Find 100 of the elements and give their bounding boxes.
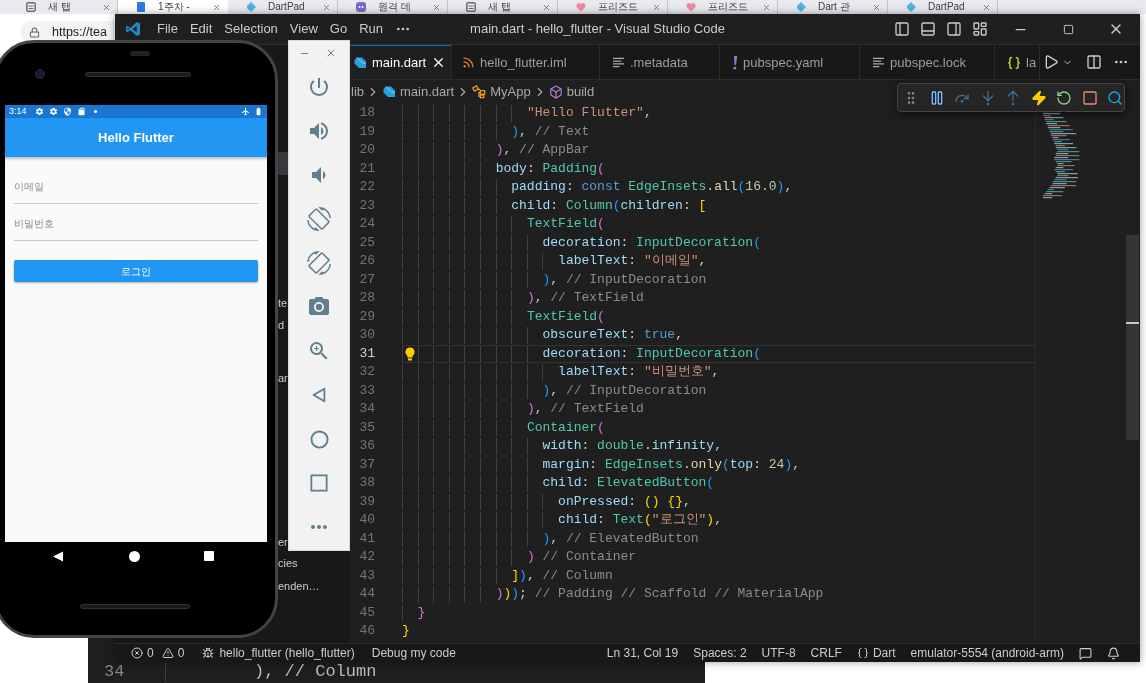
code-line: ]), // Column — [511, 566, 613, 585]
line-number: 29 — [359, 307, 375, 326]
line-number: 37 — [359, 455, 375, 474]
rotate-left-icon[interactable] — [307, 207, 331, 231]
line-number: 34 — [359, 400, 375, 418]
line-number: 24 — [359, 215, 375, 233]
explorer-item[interactable]: enden… — [278, 578, 320, 594]
browser-tab[interactable]: 1주차 - — [118, 0, 228, 14]
line-number: 27 — [359, 270, 375, 289]
class-symbol-icon — [472, 84, 487, 99]
bell-icon[interactable] — [1107, 646, 1120, 660]
breadcrumb-item[interactable]: MyApp — [472, 81, 531, 102]
line-number: 45 — [359, 603, 375, 622]
text-field[interactable]: 비밀번호 — [14, 204, 258, 241]
error-count[interactable]: 0 — [147, 644, 154, 662]
code-line: ))); // Padding // Scaffold // MaterialApp — [495, 585, 824, 603]
line-number: 18 — [359, 104, 375, 122]
line-ending[interactable]: CRLF — [810, 644, 842, 662]
back-icon[interactable] — [53, 550, 63, 562]
panel-right-icon[interactable] — [946, 21, 962, 37]
explorer-item[interactable]: te — [278, 295, 288, 311]
text-field[interactable]: 이메일 — [14, 167, 258, 204]
explorer-item[interactable]: er — [278, 534, 288, 550]
line-number: 36 — [359, 437, 375, 455]
launch-config[interactable]: hello_flutter (hello_flutter) — [219, 644, 355, 662]
encoding[interactable]: UTF-8 — [761, 644, 796, 662]
debug-mode[interactable]: Debug my code — [371, 644, 456, 662]
code-line: TextField( — [526, 307, 605, 326]
camera-lens-icon — [35, 69, 45, 79]
layout-icon[interactable] — [972, 21, 988, 37]
code-line: ), // AppBar — [495, 141, 590, 159]
lightbulb-icon[interactable] — [405, 346, 415, 361]
rotate-right-icon[interactable] — [307, 251, 331, 275]
panel-bottom-icon[interactable] — [920, 21, 936, 37]
line-number: 25 — [359, 233, 375, 252]
status-time: 3:14 — [9, 105, 27, 118]
speech-bubble-icon[interactable] — [1079, 646, 1092, 660]
code-line: TextField( — [526, 215, 605, 233]
code-line: ), // Column — [254, 662, 377, 681]
device[interactable]: emulator-5554 (android-arm) — [910, 644, 1064, 662]
code-line: child: ElevatedButton( — [542, 474, 715, 492]
restart-icon[interactable] — [1056, 89, 1072, 106]
menu-item[interactable]: File — [151, 19, 184, 39]
line-number: 19 — [359, 122, 375, 141]
search-icon[interactable] — [1107, 89, 1123, 106]
step-out-icon[interactable] — [1005, 89, 1021, 106]
stop-icon[interactable] — [1081, 89, 1098, 106]
overview-icon[interactable] — [310, 474, 328, 492]
warning-icon[interactable] — [161, 647, 174, 659]
speaker-grille-icon — [85, 71, 191, 77]
line-number: 38 — [359, 474, 375, 492]
explorer-item[interactable]: d — [278, 317, 285, 333]
menu-item[interactable]: Edit — [183, 19, 219, 39]
explorer-item[interactable]: ar — [278, 370, 288, 386]
menu-item[interactable]: View — [283, 19, 324, 39]
braces-icon — [1007, 55, 1021, 70]
editor-tab[interactable]: main.dart — [350, 45, 452, 79]
lightning-icon[interactable] — [1030, 89, 1047, 106]
diamond-icon — [906, 2, 916, 12]
menu-item[interactable]: Run — [353, 19, 389, 39]
run-icon[interactable] — [1043, 54, 1059, 70]
line-number: 31 — [359, 344, 375, 363]
line-number: 39 — [359, 492, 375, 511]
app-logo-icon[interactable] — [125, 21, 141, 37]
shield-icon — [62, 107, 72, 116]
sd-card-icon — [76, 107, 86, 116]
language-mode[interactable]: Dart — [872, 644, 896, 662]
speaker-grille-icon — [80, 604, 190, 609]
home-icon[interactable] — [129, 550, 140, 562]
code-line: ) // Container — [526, 548, 637, 566]
window-title: main.dart - hello_flutter - Visual Studio Code — [470, 20, 725, 39]
page-icon — [466, 2, 476, 12]
bug-icon[interactable] — [202, 647, 215, 659]
line-number: 28 — [359, 289, 375, 307]
address-field[interactable]: https://tea — [20, 21, 115, 43]
menu-item[interactable]: Go — [323, 19, 354, 39]
code-line: Container( — [526, 418, 605, 437]
warning-count[interactable]: 0 — [177, 644, 185, 662]
scrollbar-thumb[interactable] — [1126, 235, 1139, 440]
code-line: onPressed: () {}, — [558, 492, 691, 511]
split-editor-icon[interactable] — [1086, 54, 1102, 70]
line-number: 23 — [359, 196, 375, 215]
cursor-position[interactable]: Ln 31, Col 19 — [606, 644, 679, 662]
volume-up-icon[interactable] — [307, 119, 331, 143]
menu-item[interactable]: Selection — [218, 19, 284, 39]
power-icon[interactable] — [307, 75, 331, 99]
explorer-item[interactable]: cies — [278, 555, 298, 571]
exclamation-icon — [732, 55, 738, 70]
breadcrumb-item[interactable]: build — [548, 81, 595, 102]
line-number: 22 — [359, 178, 375, 196]
indentation[interactable]: Spaces: 2 — [693, 644, 747, 662]
battery-icon — [254, 107, 263, 116]
code-line: obscureText: true, — [542, 326, 683, 344]
braces-icon[interactable] — [856, 647, 869, 659]
maximize-icon[interactable] — [1062, 23, 1074, 35]
breadcrumb-item[interactable]: main.dart — [382, 81, 455, 102]
breadcrumb-item[interactable]: lib — [351, 81, 364, 102]
error-icon[interactable] — [131, 647, 143, 659]
panel-left-icon[interactable] — [894, 21, 910, 37]
line-number: 44 — [359, 585, 375, 603]
